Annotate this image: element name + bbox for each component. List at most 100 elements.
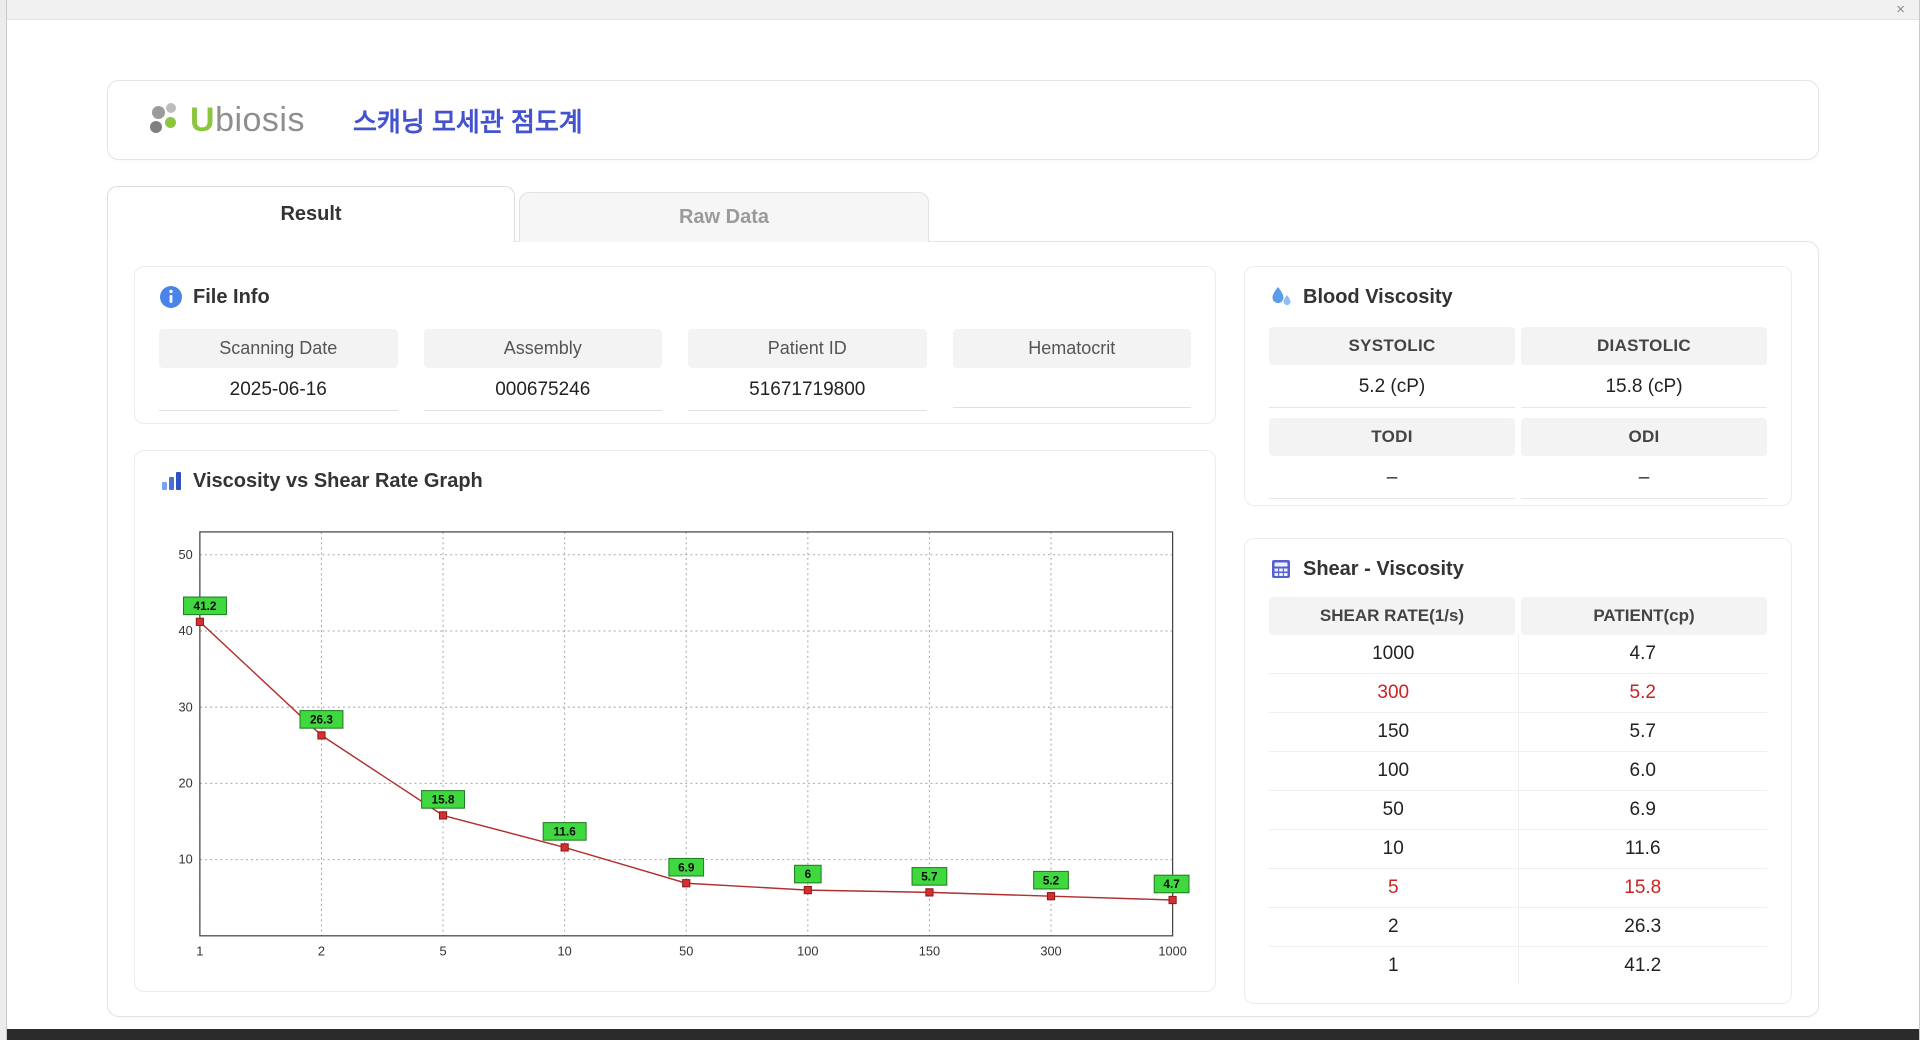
- shear-rate-value: 50: [1269, 791, 1519, 829]
- diastolic-value: 15.8 (cP): [1521, 365, 1767, 408]
- viscosity-chart-svg: 10 20 30 40 50 1 2 5 10 50 100 150 300 1000 41.2 26.3 15…: [179, 531, 1190, 958]
- left-column: File Info Scanning Date 2025-06-16 Assem…: [134, 266, 1216, 992]
- file-info-header: File Info: [159, 285, 1191, 309]
- logo-text: Ubiosis: [190, 101, 305, 140]
- shear-viscosity-header: Shear - Viscosity: [1269, 557, 1767, 581]
- ubiosis-logo: Ubiosis: [150, 101, 305, 140]
- svg-text:1: 1: [196, 943, 203, 958]
- blood-viscosity-table: SYSTOLIC DIASTOLIC 5.2 (cP) 15.8 (cP) TO…: [1269, 327, 1767, 499]
- page-title: 스캐닝 모세관 점도계: [353, 106, 583, 137]
- svg-text:50: 50: [179, 547, 193, 562]
- patient-column-header: PATIENT(cp): [1521, 597, 1767, 635]
- tab-raw-data[interactable]: Raw Data: [519, 192, 929, 242]
- patient-value: 6.9: [1629, 799, 1656, 820]
- svg-text:40: 40: [179, 623, 193, 638]
- patient-value: 6.0: [1629, 760, 1656, 781]
- field-value: 2025-06-16: [159, 368, 398, 411]
- app-window: × Ubiosis 스캐닝 모세관 점도계 Result Raw Data Fi…: [6, 0, 1920, 1040]
- patient-value: 26.3: [1624, 916, 1662, 937]
- shear-viscosity-table: SHEAR RATE(1/s) PATIENT(cp) 1000 4.7 300 5.…: [1269, 597, 1767, 985]
- patient-value: 5.2: [1629, 682, 1656, 703]
- svg-text:300: 300: [1040, 943, 1061, 958]
- svg-text:2: 2: [318, 943, 325, 958]
- svg-text:6: 6: [805, 867, 812, 881]
- sv-header-row: SHEAR RATE(1/s) PATIENT(cp): [1269, 597, 1767, 635]
- patient-value: 11.6: [1624, 838, 1661, 859]
- graph-header: Viscosity vs Shear Rate Graph: [159, 469, 1191, 493]
- todi-value: –: [1269, 456, 1515, 499]
- shear-rate-value: 150: [1269, 713, 1519, 751]
- svg-text:4.7: 4.7: [1163, 877, 1180, 891]
- close-icon[interactable]: ×: [1896, 2, 1905, 17]
- shear-rate-value: 300: [1269, 674, 1519, 712]
- shear-viscosity-row: 1 41.2: [1269, 947, 1767, 985]
- main-content: File Info Scanning Date 2025-06-16 Assem…: [107, 241, 1819, 1017]
- tab-bar: Result Raw Data: [107, 186, 1819, 242]
- svg-text:11.6: 11.6: [554, 824, 577, 838]
- svg-text:26.3: 26.3: [310, 712, 333, 726]
- file-info-card: File Info Scanning Date 2025-06-16 Assem…: [134, 266, 1216, 424]
- bv-value-row-2: – –: [1269, 456, 1767, 499]
- bar-chart-icon: [162, 472, 181, 490]
- svg-text:15.8: 15.8: [432, 792, 455, 806]
- shear-viscosity-card: Shear - Viscosity SHEAR RATE(1/s) PATIEN…: [1244, 538, 1792, 1004]
- shear-rate-column-header: SHEAR RATE(1/s): [1269, 597, 1515, 635]
- graph-card: Viscosity vs Shear Rate Graph 10 20 30 40 50…: [134, 450, 1216, 992]
- info-icon: [160, 286, 182, 308]
- viscosity-chart: 10 20 30 40 50 1 2 5 10 50 100 150 300 1000 41.2 26.3 15…: [159, 503, 1191, 973]
- shear-rate-value: 10: [1269, 830, 1519, 868]
- table-grid-icon: [1272, 560, 1290, 578]
- svg-text:150: 150: [919, 943, 940, 958]
- svg-text:10: 10: [558, 943, 572, 958]
- field-hematocrit: Hematocrit: [952, 329, 1191, 411]
- diastolic-header: DIASTOLIC: [1521, 327, 1767, 365]
- shear-viscosity-row: 50 6.9: [1269, 791, 1767, 830]
- patient-value: 5.7: [1629, 721, 1656, 742]
- shear-rate-value: 1: [1269, 947, 1519, 985]
- file-info-title: File Info: [193, 285, 270, 308]
- systolic-header: SYSTOLIC: [1269, 327, 1515, 365]
- odi-header: ODI: [1521, 418, 1767, 456]
- page-container: Ubiosis 스캐닝 모세관 점도계 Result Raw Data File…: [107, 80, 1819, 1017]
- logo-letter-u: U: [190, 100, 216, 139]
- bv-header-row: SYSTOLIC DIASTOLIC: [1269, 327, 1767, 365]
- shear-viscosity-row: 100 6.0: [1269, 752, 1767, 791]
- bottom-bar: [7, 1029, 1919, 1040]
- shear-rate-value: 5: [1269, 869, 1519, 907]
- droplet-icon: [1272, 287, 1291, 306]
- field-label: Patient ID: [688, 329, 927, 368]
- blood-viscosity-title: Blood Viscosity: [1303, 285, 1453, 308]
- shear-viscosity-row: 150 5.7: [1269, 713, 1767, 752]
- header-card: Ubiosis 스캐닝 모세관 점도계: [107, 80, 1819, 160]
- svg-text:20: 20: [179, 775, 193, 790]
- svg-text:5: 5: [440, 943, 447, 958]
- titlebar: ×: [7, 0, 1919, 20]
- field-value: 000675246: [423, 368, 662, 411]
- shear-viscosity-row: 5 15.8: [1269, 869, 1767, 908]
- shear-viscosity-title: Shear - Viscosity: [1303, 557, 1464, 580]
- svg-text:10: 10: [179, 852, 193, 867]
- shear-viscosity-row: 300 5.2: [1269, 674, 1767, 713]
- systolic-value: 5.2 (cP): [1269, 365, 1515, 408]
- shear-viscosity-row: 1000 4.7: [1269, 635, 1767, 674]
- logo-dots-icon: [150, 103, 184, 137]
- field-label: Scanning Date: [159, 329, 398, 368]
- svg-text:30: 30: [179, 699, 193, 714]
- right-column: Blood Viscosity SYSTOLIC DIASTOLIC 5.2 (…: [1244, 266, 1792, 1004]
- sv-rows: 1000 4.7 300 5.2 150 5.7 100 6.0 50 6.9 10 11.6 5 15.…: [1269, 635, 1767, 985]
- shear-rate-value: 1000: [1269, 635, 1519, 673]
- tab-result[interactable]: Result: [107, 186, 515, 242]
- blood-viscosity-header: Blood Viscosity: [1269, 285, 1767, 309]
- field-value: 51671719800: [688, 368, 927, 411]
- bv-value-row: 5.2 (cP) 15.8 (cP): [1269, 365, 1767, 408]
- patient-value: 41.2: [1624, 955, 1662, 976]
- odi-value: –: [1521, 456, 1767, 499]
- graph-title: Viscosity vs Shear Rate Graph: [193, 469, 483, 492]
- field-patient-id: Patient ID 51671719800: [688, 329, 927, 411]
- shear-viscosity-row: 2 26.3: [1269, 908, 1767, 947]
- patient-value: 15.8: [1624, 877, 1662, 898]
- field-label: Assembly: [423, 329, 662, 368]
- svg-text:1000: 1000: [1158, 943, 1186, 958]
- field-scanning-date: Scanning Date 2025-06-16: [159, 329, 398, 411]
- todi-header: TODI: [1269, 418, 1515, 456]
